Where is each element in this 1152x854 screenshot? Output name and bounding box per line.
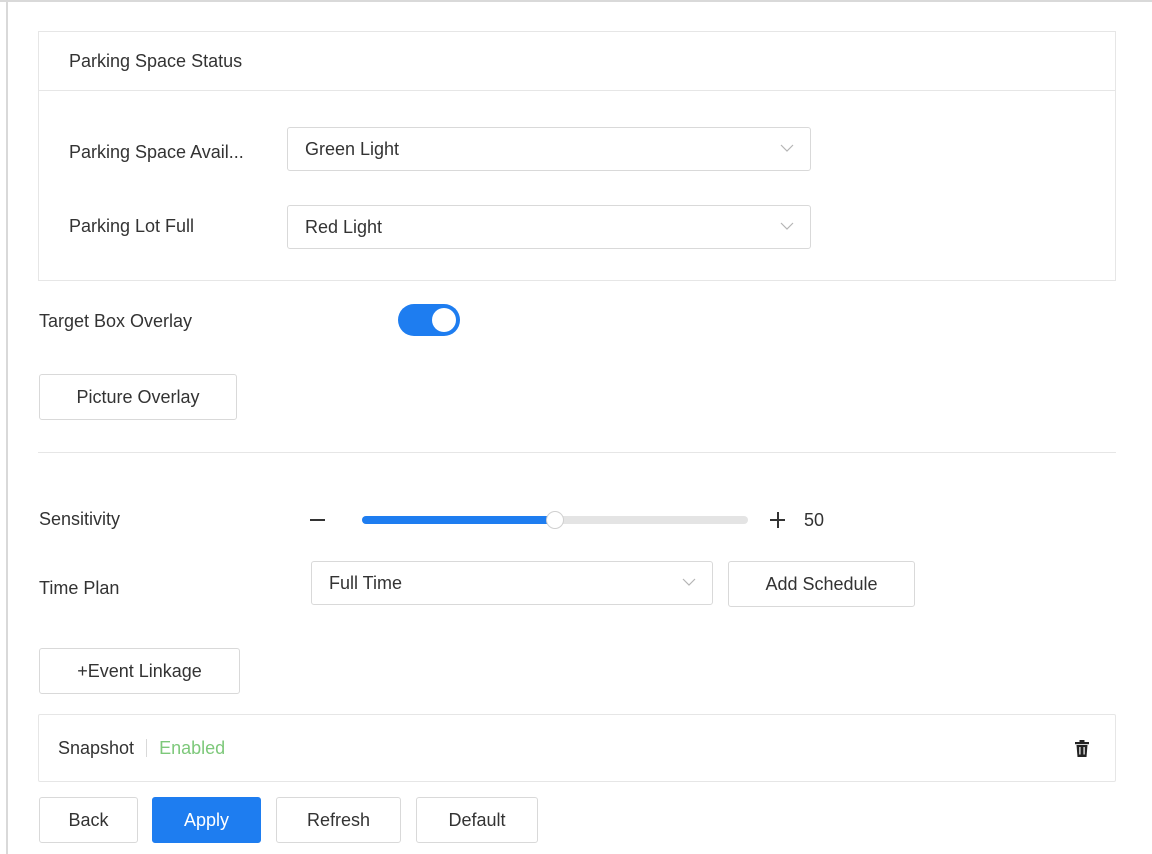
time-plan-select[interactable]: Full Time [311, 561, 713, 605]
back-button[interactable]: Back [39, 797, 138, 843]
separator [146, 739, 148, 757]
parking-space-available-select[interactable]: Green Light [287, 127, 811, 171]
snapshot-linkage-row: Snapshot Enabled [38, 714, 1116, 782]
window-top-border [0, 0, 1152, 2]
snapshot-label: Snapshot [58, 737, 135, 758]
refresh-button[interactable]: Refresh [276, 797, 401, 843]
section-divider [38, 452, 1116, 453]
parking-space-available-value: Green Light [305, 138, 400, 159]
sensitivity-value: 50 [804, 510, 825, 530]
add-schedule-button[interactable]: Add Schedule [728, 561, 915, 607]
parking-lot-full-select[interactable]: Red Light [287, 205, 811, 249]
trash-icon[interactable] [1075, 740, 1089, 757]
chevron-down-icon [780, 144, 794, 152]
sensitivity-decrease-button[interactable] [309, 508, 325, 532]
panel-title: Parking Space Status [39, 32, 1115, 91]
chevron-down-icon [682, 578, 696, 586]
sensitivity-slider-fill [362, 516, 555, 524]
parking-lot-full-label: Parking Lot Full [69, 216, 195, 236]
parking-lot-full-value: Red Light [305, 216, 383, 237]
sensitivity-increase-button[interactable] [768, 508, 788, 532]
sensitivity-slider[interactable] [362, 511, 748, 529]
picture-overlay-button[interactable]: Picture Overlay [39, 374, 237, 420]
time-plan-label: Time Plan [39, 578, 120, 598]
target-box-overlay-label: Target Box Overlay [39, 311, 193, 331]
target-box-overlay-toggle[interactable] [398, 304, 460, 336]
sensitivity-slider-thumb[interactable] [546, 511, 564, 529]
apply-button[interactable]: Apply [152, 797, 261, 843]
minus-icon [309, 519, 325, 521]
time-plan-value: Full Time [329, 572, 403, 593]
event-linkage-button[interactable]: +Event Linkage [39, 648, 240, 694]
default-button[interactable]: Default [416, 797, 538, 843]
parking-space-available-label: Parking Space Avail... [69, 142, 244, 162]
window-left-border [6, 0, 8, 854]
sensitivity-label: Sensitivity [39, 509, 121, 529]
toggle-knob [432, 308, 456, 332]
snapshot-status: Enabled [159, 737, 226, 758]
chevron-down-icon [780, 222, 794, 230]
